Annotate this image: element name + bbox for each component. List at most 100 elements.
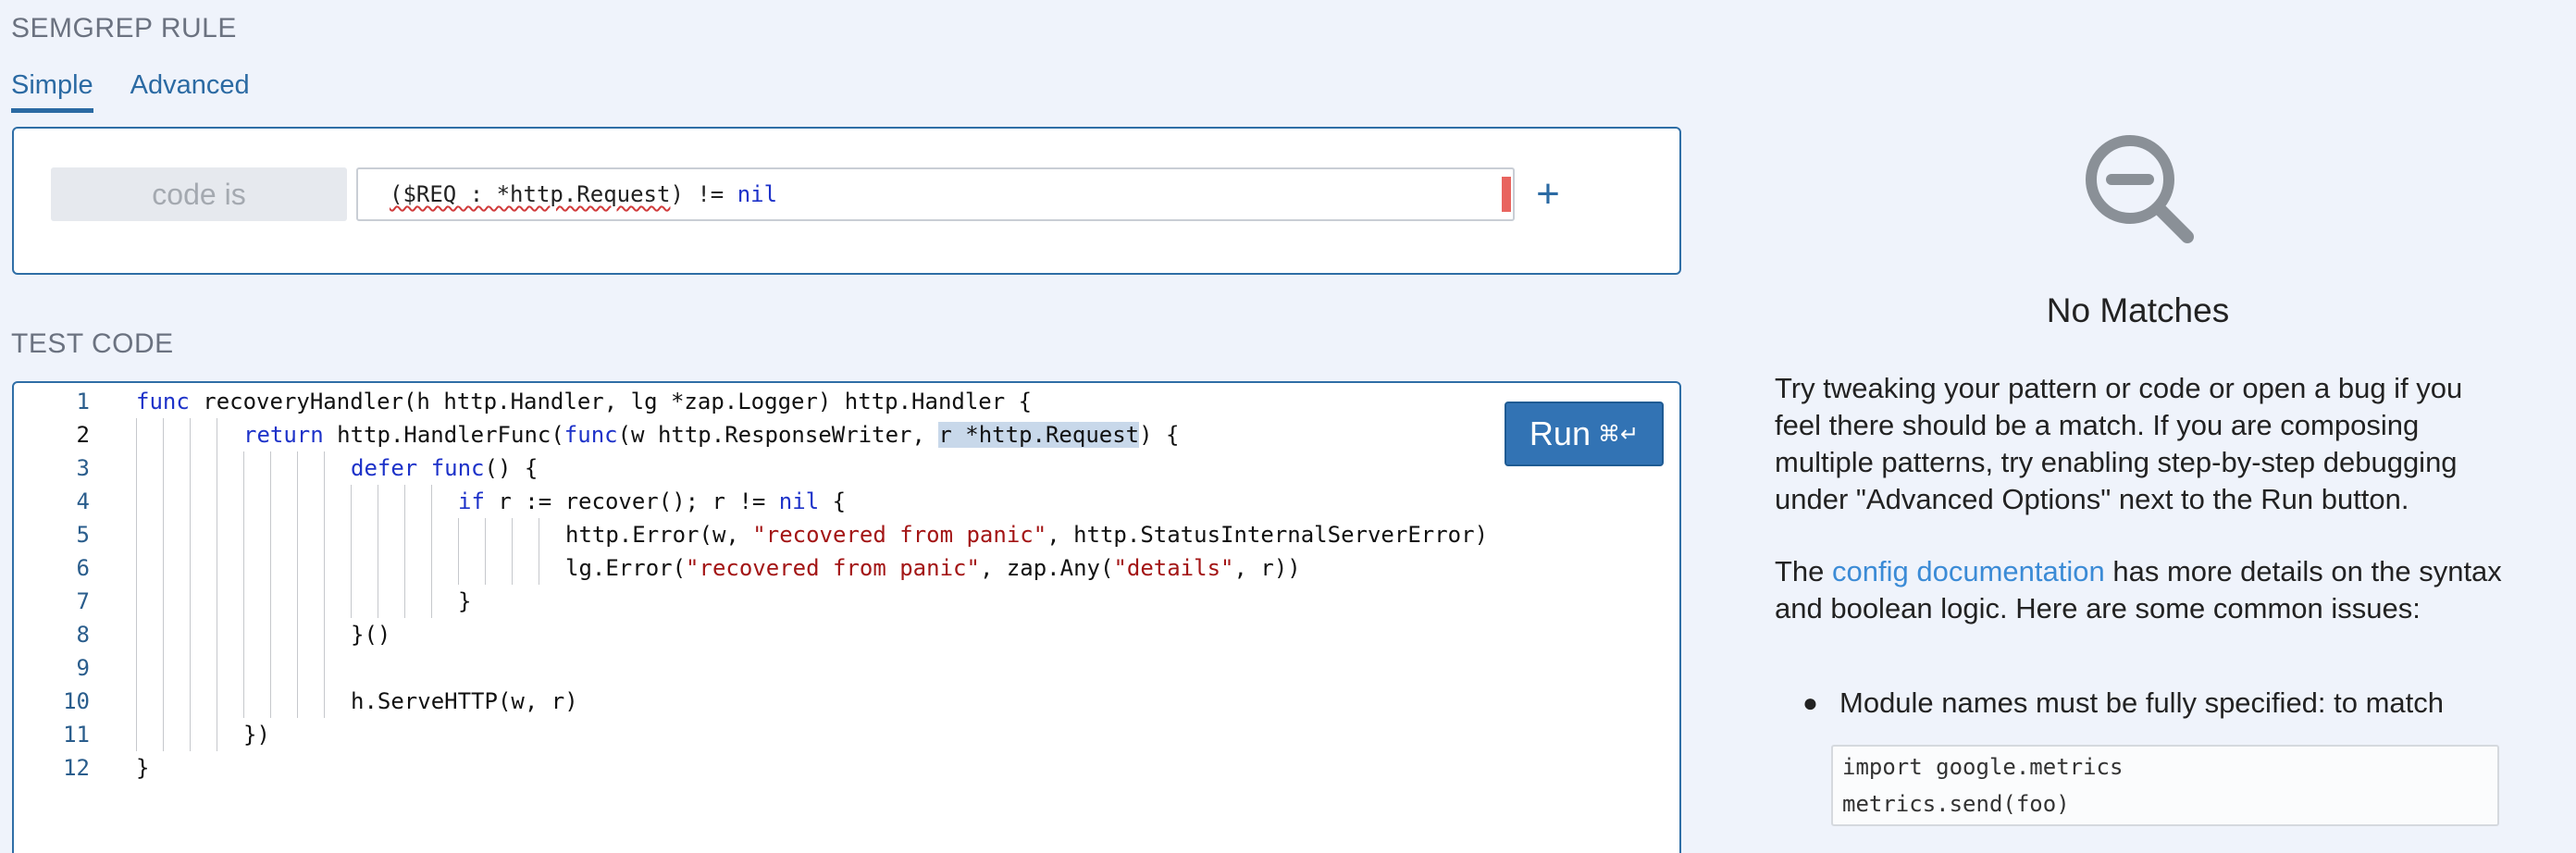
line-code: func recoveryHandler(h http.Handler, lg …: [136, 389, 1033, 414]
indent-guide: [163, 685, 164, 718]
rule-editor-panel: code is ($REQ : *http.Request) != nil +: [12, 127, 1681, 275]
indent-guide: [324, 551, 325, 585]
indent-guide: [190, 518, 191, 551]
indent-guide: [270, 618, 271, 651]
line-code: http.Error(w, "recovered from panic", ht…: [565, 522, 1489, 548]
indent-guide: [485, 551, 486, 585]
pattern-text: ($REQ : *http.Request) != nil: [390, 181, 778, 207]
indent-guide: [512, 551, 513, 585]
indent-guide: [190, 618, 191, 651]
indent-guide: [136, 585, 137, 618]
line-number: 8: [76, 622, 90, 648]
indent-guide: [458, 551, 459, 585]
indent-guide: [136, 718, 137, 751]
tab-advanced[interactable]: Advanced: [130, 70, 250, 113]
pattern-input[interactable]: ($REQ : *http.Request) != nil: [356, 167, 1515, 221]
code-line: 12}: [14, 751, 1679, 785]
indent-guide: [431, 485, 432, 518]
line-code: return http.HandlerFunc(func(w http.Resp…: [243, 422, 1180, 448]
indent-guide: [324, 685, 325, 718]
indent-guide: [190, 651, 191, 685]
indent-guide: [243, 685, 244, 718]
line-number: 6: [76, 555, 90, 581]
bullet-icon: ●: [1802, 688, 1818, 717]
indent-guide: [243, 618, 244, 651]
line-number: 4: [76, 488, 90, 514]
code-line: 5 http.Error(w, "recovered from panic", h…: [14, 518, 1679, 551]
indent-guide: [324, 485, 325, 518]
indent-guide: [136, 418, 137, 451]
code-line: 3 defer func() {: [14, 451, 1679, 485]
indent-guide: [190, 585, 191, 618]
indent-guide: [351, 551, 352, 585]
indent-guide: [404, 551, 405, 585]
line-number: 1: [76, 389, 90, 414]
indent-guide: [270, 651, 271, 685]
indent-guide: [512, 518, 513, 551]
config-docs-link[interactable]: config documentation: [1832, 555, 2105, 587]
indent-guide: [404, 485, 405, 518]
indent-guide: [163, 618, 164, 651]
line-number: 12: [63, 755, 90, 781]
indent-guide: [243, 518, 244, 551]
indent-guide: [297, 685, 298, 718]
help-text: Try tweaking your pattern or code or ope…: [1775, 372, 2463, 515]
indent-guide: [190, 451, 191, 485]
code-line: 7}: [14, 585, 1679, 618]
indent-guide: [163, 651, 164, 685]
line-number: 7: [76, 588, 90, 614]
line-number: 5: [76, 522, 90, 548]
indent-guide: [136, 551, 137, 585]
indent-guide: [136, 651, 137, 685]
indent-guide: [324, 651, 325, 685]
indent-guide: [297, 485, 298, 518]
indent-guide: [324, 585, 325, 618]
indent-guide: [190, 685, 191, 718]
indent-guide: [351, 518, 352, 551]
line-code: if r := recover(); r != nil {: [458, 488, 847, 514]
indent-guide: [270, 685, 271, 718]
indent-guide: [431, 585, 432, 618]
indent-guide: [458, 518, 459, 551]
no-matches-heading: No Matches: [2046, 291, 2230, 329]
indent-guide: [243, 551, 244, 585]
indent-guide: [270, 585, 271, 618]
indent-guide: [351, 585, 352, 618]
line-code: }): [243, 722, 270, 748]
docs-text: The config documentation has more detail…: [1775, 553, 2506, 627]
line-number: 10: [63, 688, 90, 714]
indent-guide: [136, 618, 137, 651]
indent-guide: [297, 451, 298, 485]
indent-guide: [190, 485, 191, 518]
indent-guide: [136, 685, 137, 718]
indent-guide: [136, 518, 137, 551]
code-line: 6 lg.Error("recovered from panic", zap.An…: [14, 551, 1679, 585]
line-number: 9: [76, 655, 90, 681]
indent-guide: [404, 585, 405, 618]
indent-guide: [297, 585, 298, 618]
code-line: 1 func recoveryHandler(h http.Handler, lg…: [14, 385, 1679, 418]
tab-simple[interactable]: Simple: [11, 70, 93, 113]
indent-guide: [297, 551, 298, 585]
line-code: }: [458, 588, 472, 614]
line-code: h.ServeHTTP(w, r): [351, 688, 578, 714]
indent-guide: [163, 451, 164, 485]
zoom-out-icon: [2080, 130, 2200, 254]
code-line: 4 if r := recover(); r != nil {: [14, 485, 1679, 518]
error-marker: [1502, 177, 1511, 212]
line-code: lg.Error("recovered from panic", zap.Any…: [565, 555, 1301, 581]
operator-select[interactable]: code is: [51, 167, 347, 221]
indent-guide: [270, 518, 271, 551]
code-line: 9: [14, 651, 1679, 685]
test-section-title: TEST CODE: [11, 328, 174, 359]
line-code: }: [136, 755, 150, 781]
indent-guide: [190, 551, 191, 585]
add-pattern-button[interactable]: +: [1524, 167, 1572, 221]
rule-section-title: SEMGREP RULE: [11, 13, 237, 43]
line-number: 11: [63, 722, 90, 748]
docs-text-before: The: [1775, 555, 1833, 587]
code-editor[interactable]: Run ⌘↵ 1 func recoveryHandler(h http.Hand…: [12, 381, 1681, 853]
indent-guide: [351, 485, 352, 518]
indent-guide: [190, 418, 191, 451]
indent-guide: [270, 485, 271, 518]
